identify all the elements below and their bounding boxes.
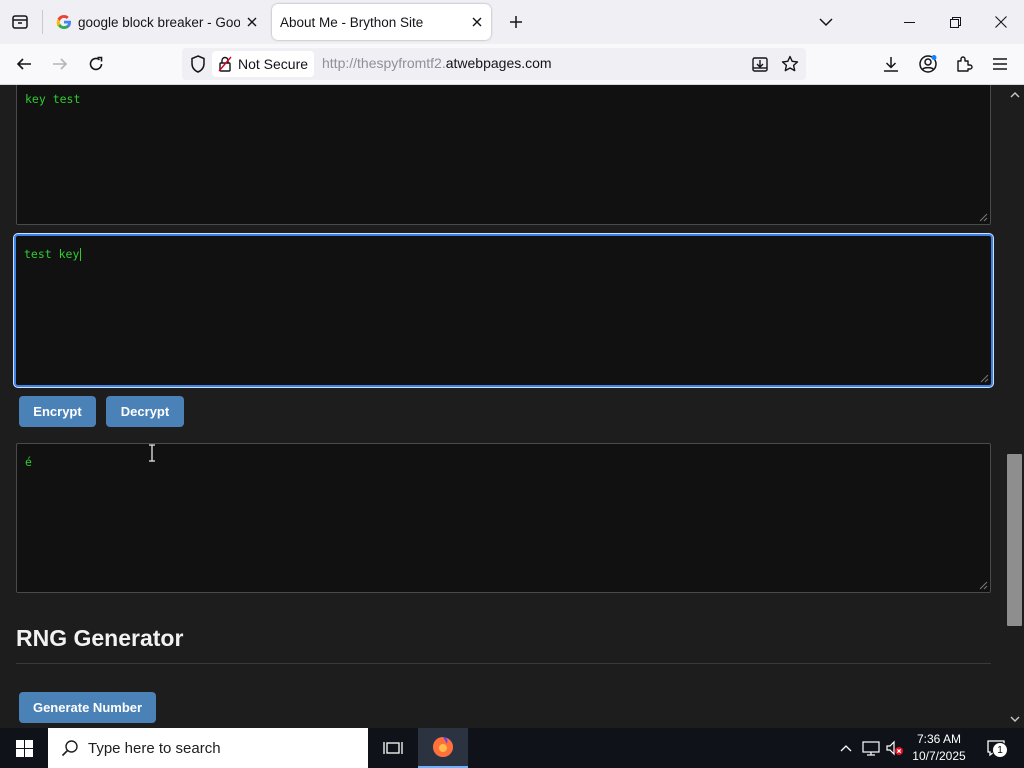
firefox-view-button[interactable] [6, 8, 34, 36]
page-viewport: key test test key Encrypt Decrypt é RNG … [0, 85, 1005, 728]
scroll-down-button[interactable] [1009, 714, 1020, 724]
volume-button[interactable] [884, 728, 906, 768]
navigation-toolbar: Not Secure http://thespyfromtf2.atwebpag… [0, 44, 1024, 85]
close-icon [247, 17, 257, 27]
action-center-button[interactable]: 1 [976, 728, 1016, 768]
network-button[interactable] [860, 728, 882, 768]
security-label: Not Secure [238, 56, 309, 72]
volume-muted-icon [886, 740, 903, 756]
page-scrollbar[interactable] [1005, 85, 1024, 728]
restore-button[interactable] [932, 0, 978, 44]
search-placeholder: Type here to search [88, 739, 221, 757]
generate-number-button[interactable]: Generate Number [19, 692, 156, 723]
text-cursor-icon [149, 444, 155, 462]
taskbar-search-box[interactable]: Type here to search [48, 728, 368, 768]
tracking-protection-shield-icon[interactable] [188, 54, 208, 74]
clock-time: 7:36 AM [916, 732, 962, 746]
lock-broken-icon [218, 56, 232, 72]
resize-grip-icon[interactable] [979, 373, 989, 383]
tab-close-button[interactable] [240, 10, 264, 34]
reload-icon [89, 56, 103, 71]
url-text: http://thespyfromtf2.atwebpages.com [322, 55, 552, 71]
arrow-right-icon [53, 58, 68, 70]
save-to-pocket-icon [752, 57, 768, 72]
taskbar-clock[interactable]: 7:36 AM 10/7/2025 [908, 731, 970, 765]
reader-save-button[interactable] [748, 52, 772, 76]
firefox-view-icon [12, 15, 28, 29]
output-textarea[interactable]: é [16, 443, 991, 593]
tab-separator [42, 10, 43, 34]
chevron-down-icon [1010, 716, 1019, 722]
tab-title: google block breaker - Google [78, 14, 240, 30]
forward-button[interactable] [45, 49, 75, 79]
message-textarea[interactable]: test key [14, 234, 993, 387]
star-icon [781, 55, 799, 72]
windows-logo-icon [15, 739, 33, 757]
tab-title: About Me - Brython Site [280, 14, 424, 30]
puzzle-piece-icon [957, 56, 973, 72]
new-tab-button[interactable] [502, 8, 530, 36]
start-button[interactable] [0, 728, 48, 768]
tab-close-button[interactable] [465, 10, 489, 34]
url-prefix: http://thespyfromtf2. [322, 55, 446, 71]
minimize-icon [903, 21, 915, 23]
bookmark-star-button[interactable] [778, 52, 802, 76]
task-view-icon [383, 742, 403, 754]
resize-grip-icon[interactable] [978, 212, 988, 222]
back-button[interactable] [9, 49, 39, 79]
chevron-up-icon [840, 745, 852, 752]
key-textarea[interactable]: key test [16, 85, 991, 225]
resize-grip-icon[interactable] [978, 580, 988, 590]
hamburger-menu-icon [993, 58, 1007, 70]
text-caret [80, 248, 82, 261]
output-textarea-text: é [25, 455, 32, 469]
rng-generator-heading: RNG Generator [16, 625, 184, 651]
notification-count-badge: 1 [992, 742, 1008, 758]
arrow-left-icon [16, 58, 31, 70]
show-hidden-icons-button[interactable] [836, 728, 856, 768]
list-all-tabs-button[interactable] [812, 8, 840, 36]
plus-icon [510, 16, 522, 28]
chevron-up-icon [1010, 91, 1019, 97]
reload-button[interactable] [81, 49, 111, 79]
tab-strip: google block breaker - Google About Me -… [0, 0, 1024, 44]
scroll-up-button[interactable] [1009, 89, 1020, 99]
search-icon [60, 738, 80, 758]
decrypt-button[interactable]: Decrypt [106, 396, 184, 427]
account-icon [919, 55, 937, 73]
menu-button[interactable] [985, 49, 1015, 79]
scrollbar-thumb[interactable] [1007, 454, 1022, 626]
close-icon [472, 17, 482, 27]
google-icon [56, 14, 72, 30]
url-domain: atwebpages.com [445, 55, 552, 71]
site-security-indicator[interactable]: Not Secure [212, 51, 314, 77]
download-icon [884, 57, 898, 72]
network-icon [862, 741, 880, 756]
minimize-button[interactable] [886, 0, 932, 44]
extensions-button[interactable] [949, 49, 979, 79]
chevron-down-icon [819, 18, 833, 27]
section-divider [16, 663, 991, 664]
close-icon [995, 16, 1007, 28]
tab-about-me[interactable]: About Me - Brython Site [272, 4, 491, 40]
message-textarea-text: test key [24, 247, 80, 261]
firefox-icon [433, 737, 453, 757]
downloads-button[interactable] [876, 49, 906, 79]
windows-taskbar: Type here to search 7:36 AM 10/7/2025 1 [0, 728, 1024, 768]
taskbar-firefox-button[interactable] [418, 728, 468, 768]
key-textarea-text: key test [25, 92, 81, 106]
task-view-button[interactable] [370, 728, 416, 768]
clock-date: 10/7/2025 [912, 749, 966, 763]
address-bar[interactable]: Not Secure http://thespyfromtf2.atwebpag… [182, 48, 806, 80]
account-button[interactable] [913, 49, 943, 79]
tab-google-search[interactable]: google block breaker - Google [48, 4, 266, 40]
restore-icon [949, 16, 961, 28]
close-window-button[interactable] [978, 0, 1024, 44]
encrypt-button[interactable]: Encrypt [19, 396, 96, 427]
